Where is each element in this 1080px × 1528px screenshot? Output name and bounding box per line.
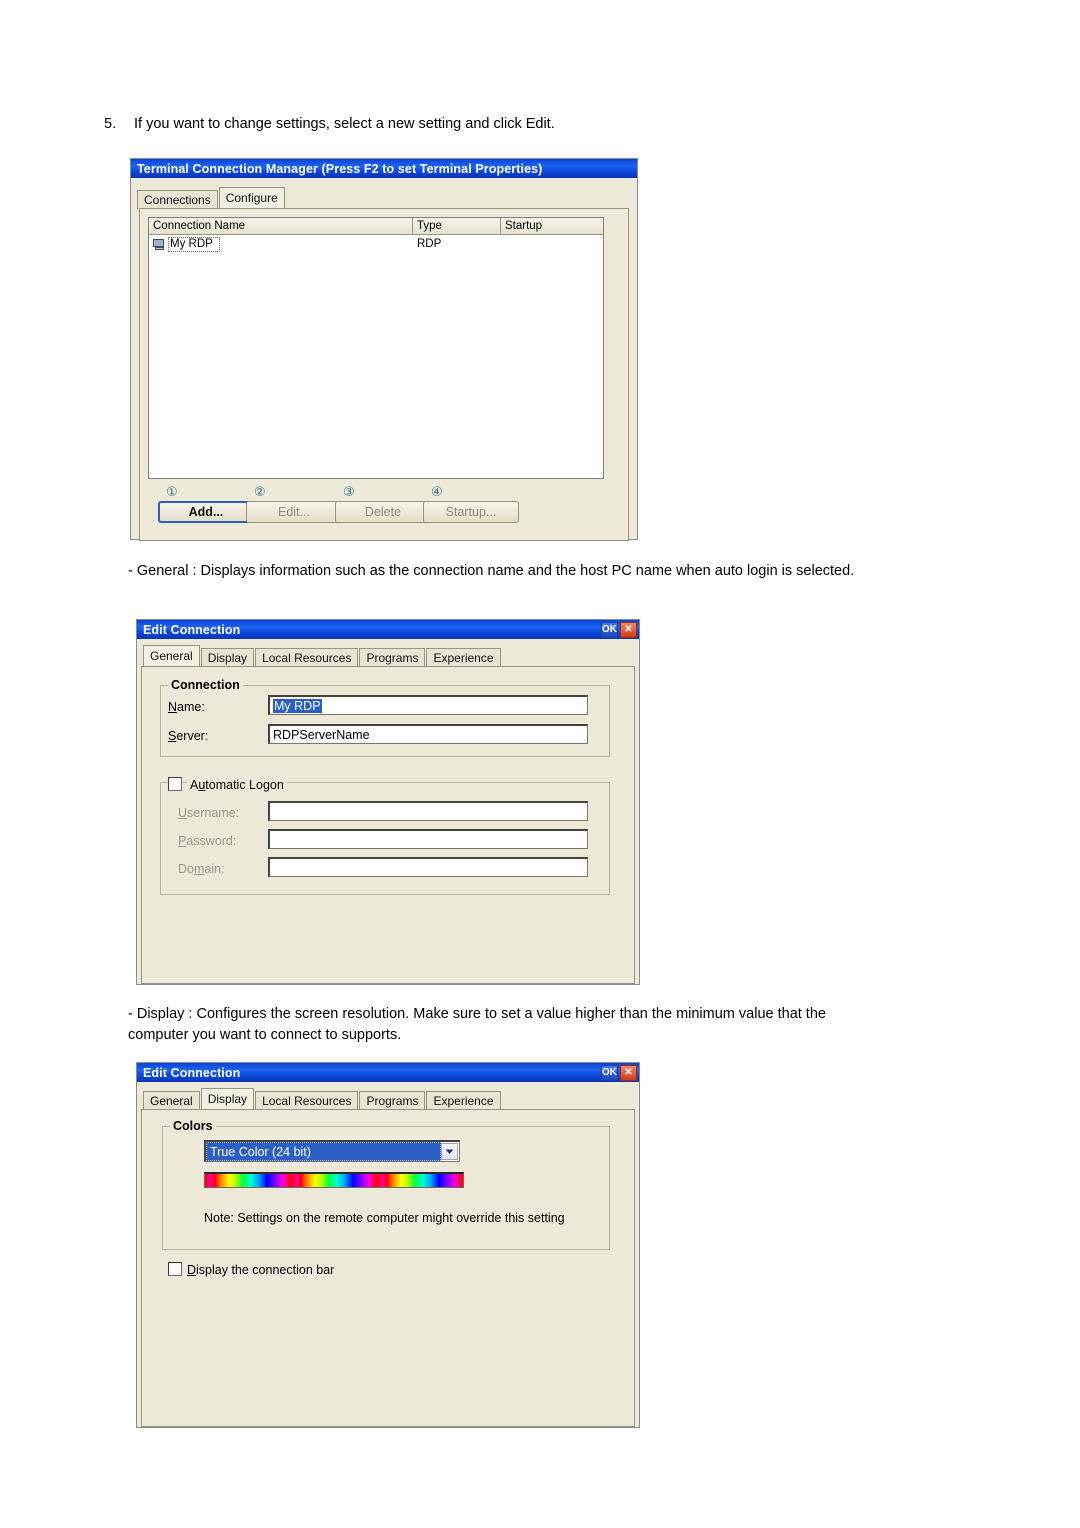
edit-connection-general-window: Edit Connection OK ✕ General Display Loc… <box>136 619 640 985</box>
step-text: If you want to change settings, select a… <box>134 116 555 132</box>
domain-field[interactable] <box>268 857 588 877</box>
tab-programs[interactable]: Programs <box>359 1091 426 1110</box>
color-depth-selected-value: True Color (24 bit) <box>206 1142 441 1161</box>
domain-label-pre: Do <box>178 862 194 876</box>
terminal-manager-title: Terminal Connection Manager (Press F2 to… <box>137 161 543 176</box>
automatic-logon-label: Automatic Logon <box>187 777 287 793</box>
tab-experience[interactable]: Experience <box>426 648 501 667</box>
password-label-rest: assword: <box>186 834 237 848</box>
tab-general[interactable]: General <box>143 1091 200 1110</box>
server-label-rest: erver: <box>176 729 209 743</box>
column-connection-name[interactable]: Connection Name <box>149 218 413 234</box>
server-label: Server: <box>168 729 209 743</box>
edit-general-title: Edit Connection <box>143 622 241 637</box>
marker-4: ④ <box>431 485 443 500</box>
connection-bar-label: Display the connection bar <box>187 1263 335 1277</box>
cell-type: RDP <box>417 238 442 250</box>
tab-general[interactable]: General <box>143 645 200 666</box>
connection-group-title: Connection <box>168 678 243 692</box>
automatic-logon-label-rest: tomatic Logon <box>205 778 284 792</box>
edit-connection-display-window: Edit Connection OK ✕ General Display Loc… <box>136 1062 640 1428</box>
listview-header: Connection Name Type Startup <box>149 218 603 235</box>
color-depth-dropdown[interactable]: True Color (24 bit) <box>204 1140 460 1162</box>
password-label: Password: <box>178 834 237 848</box>
add-button[interactable]: Add... <box>158 501 254 523</box>
tab-connections[interactable]: Connections <box>137 190 218 209</box>
computer-icon <box>153 238 166 250</box>
connections-listview[interactable]: Connection Name Type Startup My RDP RDP <box>148 217 604 479</box>
connection-bar-label-rest: isplay the connection bar <box>196 1263 335 1277</box>
column-startup[interactable]: Startup <box>501 218 603 234</box>
step-5-instruction: 5. If you want to change settings, selec… <box>104 114 924 134</box>
colors-group-title: Colors <box>170 1119 216 1133</box>
tab-programs[interactable]: Programs <box>359 648 426 667</box>
terminal-connection-manager-window: Terminal Connection Manager (Press F2 to… <box>130 158 638 541</box>
edit-button-label: Edit... <box>278 505 310 519</box>
close-icon[interactable]: ✕ <box>620 1064 637 1081</box>
password-field[interactable] <box>268 829 588 849</box>
chevron-down-icon[interactable] <box>441 1143 458 1160</box>
username-label-rest: sername: <box>187 806 240 820</box>
delete-button-label: Delete <box>364 505 402 519</box>
edit-display-title: Edit Connection <box>143 1065 241 1080</box>
name-label-rest: ame: <box>177 700 205 714</box>
close-icon[interactable]: ✕ <box>620 621 637 638</box>
tab-configure[interactable]: Configure <box>218 187 285 208</box>
tab-display[interactable]: Display <box>200 1088 255 1109</box>
tab-experience[interactable]: Experience <box>426 1091 501 1110</box>
tab-local-resources[interactable]: Local Resources <box>255 648 359 667</box>
color-spectrum-preview <box>204 1172 464 1188</box>
general-description-text: - General : Displays information such as… <box>128 563 855 579</box>
username-field[interactable] <box>268 801 588 821</box>
ok-button[interactable]: OK <box>601 1064 618 1081</box>
edit-button[interactable]: Edit... <box>246 501 342 523</box>
terminal-manager-tabstrip: Connections Configure <box>131 187 637 209</box>
connection-name-value: My RDP <box>168 236 220 252</box>
step-number: 5. <box>104 116 117 132</box>
server-field-value: RDPServerName <box>273 727 370 742</box>
ok-button[interactable]: OK <box>601 621 618 638</box>
startup-button-label: Startup... <box>445 505 497 519</box>
tab-local-resources[interactable]: Local Resources <box>255 1091 359 1110</box>
edit-display-titlebar-buttons: OK ✕ <box>601 1064 637 1081</box>
terminal-manager-titlebar: Terminal Connection Manager (Press F2 to… <box>131 159 637 178</box>
edit-general-tabstrip: General Display Local Resources Programs… <box>137 645 639 667</box>
name-label: Name: <box>168 700 205 714</box>
add-button-label: Add... <box>188 505 224 519</box>
general-tab-page: Connection Name: My RDP Server: RDPServe… <box>141 666 635 984</box>
username-label: Username: <box>178 806 240 820</box>
cell-connection-name: My RDP <box>149 236 413 252</box>
display-description-text: - Display : Configures the screen resolu… <box>128 1006 826 1043</box>
name-field-value: My RDP <box>273 698 322 713</box>
tab-display[interactable]: Display <box>200 648 255 667</box>
edit-display-titlebar: Edit Connection OK ✕ <box>137 1063 639 1082</box>
table-row[interactable]: My RDP RDP <box>149 235 603 253</box>
marker-1: ① <box>166 485 178 500</box>
connection-bar-checkbox[interactable] <box>168 1262 182 1276</box>
automatic-logon-checkbox[interactable] <box>168 777 182 791</box>
edit-general-titlebar: Edit Connection OK ✕ <box>137 620 639 639</box>
domain-label-rest: ain: <box>204 862 225 876</box>
domain-label: Domain: <box>178 862 225 876</box>
colors-note: Note: Settings on the remote computer mi… <box>204 1211 565 1225</box>
configure-tab-page: Connection Name Type Startup My RDP RDP … <box>139 208 629 541</box>
server-field[interactable]: RDPServerName <box>268 724 588 744</box>
edit-display-tabstrip: General Display Local Resources Programs… <box>137 1088 639 1110</box>
edit-general-titlebar-buttons: OK ✕ <box>601 621 637 638</box>
marker-2: ② <box>254 485 266 500</box>
display-tab-page: Colors True Color (24 bit) Note: Setting… <box>141 1109 635 1427</box>
marker-3: ③ <box>343 485 355 500</box>
startup-button[interactable]: Startup... <box>423 501 519 523</box>
column-type[interactable]: Type <box>413 218 501 234</box>
delete-button[interactable]: Delete <box>335 501 431 523</box>
name-field[interactable]: My RDP <box>268 695 588 715</box>
